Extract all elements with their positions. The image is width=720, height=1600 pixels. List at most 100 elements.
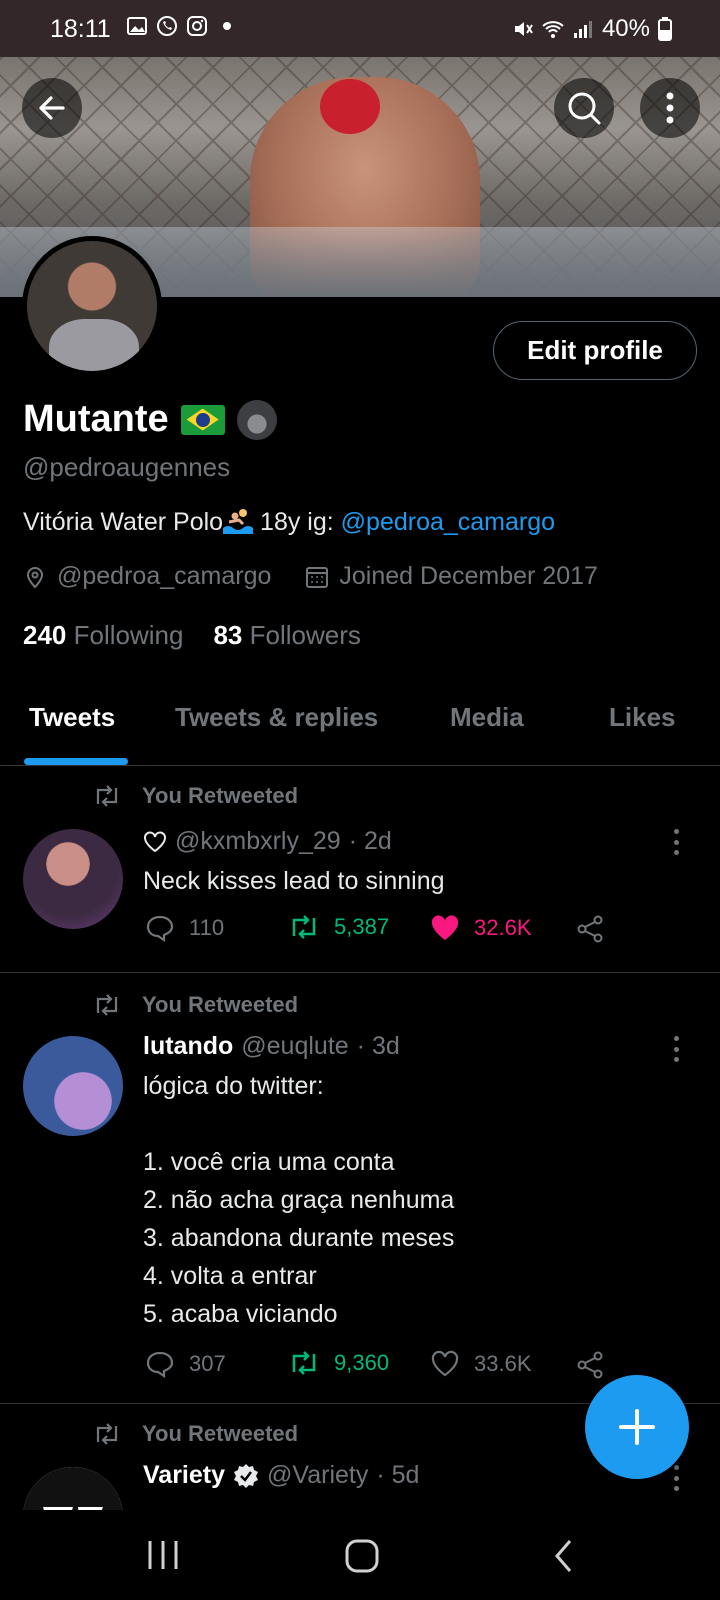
profile-name: Mutante <box>23 398 169 440</box>
tab-tweets[interactable]: Tweets <box>29 702 115 733</box>
share-icon <box>577 915 603 943</box>
like-count: 33.6K <box>474 1351 532 1376</box>
reply-count: 307 <box>189 1351 226 1376</box>
whatsapp-icon <box>157 16 177 36</box>
retweet-label: You Retweeted <box>142 992 299 1017</box>
tweet-item[interactable]: You Retweeted lutando @euqlute · 3d lógi… <box>0 974 720 1404</box>
profile-joined: Joined December 2017 <box>339 562 598 590</box>
active-tab-indicator <box>24 758 128 765</box>
back-button[interactable] <box>22 78 82 138</box>
home-button[interactable] <box>344 1538 380 1579</box>
gallery-icon <box>127 17 147 35</box>
tweet-header: lutando @euqlute · 3d <box>143 1032 400 1061</box>
system-back-button[interactable] <box>552 1538 576 1579</box>
status-time: 18:11 <box>50 15 111 43</box>
tweet-header: @kxmbxrly_29 · 2d <box>143 827 392 856</box>
notification-icons <box>126 15 238 37</box>
retweet-count: 5,387 <box>334 914 390 939</box>
tab-media[interactable]: Media <box>450 702 524 733</box>
retweet-button[interactable]: 5,387 <box>288 914 389 940</box>
retweet-label: You Retweeted <box>142 1421 299 1446</box>
reply-count: 110 <box>189 915 225 940</box>
search-button[interactable] <box>554 78 614 138</box>
tweet-handle[interactable]: @euqlute <box>241 1032 348 1061</box>
tweet-more-button[interactable] <box>674 1465 680 1491</box>
retweet-active-icon <box>292 1351 316 1375</box>
retweet-count: 9,360 <box>334 1350 390 1375</box>
more-options-button[interactable] <box>640 78 700 138</box>
retweet-indicator: You Retweeted <box>92 783 298 809</box>
search-icon <box>568 92 601 125</box>
tweet-avatar[interactable] <box>23 1467 123 1510</box>
like-button[interactable]: 33.6K <box>430 1350 532 1378</box>
tweet-text: lógica do twitter: 1. você cria uma cont… <box>143 1072 455 1328</box>
reply-icon <box>146 1351 174 1378</box>
bio-instagram-link[interactable]: @pedroa_camargo <box>341 508 555 536</box>
location-icon <box>26 566 44 588</box>
tweet-handle[interactable]: @kxmbxrly_29 <box>175 827 341 856</box>
instagram-icon <box>187 16 207 36</box>
like-button[interactable]: 32.6K <box>430 914 532 942</box>
edit-profile-button[interactable]: Edit profile <box>493 321 697 380</box>
compose-tweet-button[interactable] <box>585 1375 689 1479</box>
reply-icon <box>146 915 174 942</box>
tweet-more-button[interactable] <box>674 829 680 855</box>
status-bar: 18:11 40% <box>0 0 720 57</box>
share-button[interactable] <box>575 1350 605 1380</box>
battery-icon <box>658 17 672 41</box>
followers-link[interactable]: 83 Followers <box>213 620 360 651</box>
retweet-icon <box>96 785 118 807</box>
tab-tweets-replies[interactable]: Tweets & replies <box>175 702 378 733</box>
tweet-time: · 2d <box>348 827 392 855</box>
tweet-item[interactable]: You Retweeted @kxmbxrly_29 · 2d Neck kis… <box>0 767 720 973</box>
tab-likes[interactable]: Likes <box>609 702 676 733</box>
battery-percent: 40% <box>601 15 650 42</box>
following-count: 240 <box>23 620 67 650</box>
heart-outline-icon <box>144 830 166 852</box>
retweet-icon <box>96 1423 118 1445</box>
tweet-author[interactable]: Variety <box>143 1461 225 1490</box>
system-nav-bar <box>0 1510 720 1600</box>
tweet-avatar[interactable] <box>23 829 123 929</box>
profile-avatar[interactable] <box>22 236 162 376</box>
following-label: Following <box>73 620 184 650</box>
retweet-indicator: You Retweeted <box>92 992 298 1018</box>
retweet-button[interactable]: 9,360 <box>288 1350 389 1376</box>
heart-filled-icon <box>431 915 459 940</box>
arrow-left-icon <box>39 96 65 120</box>
retweet-label: You Retweeted <box>142 783 299 808</box>
gorilla-icon <box>236 399 277 440</box>
share-icon <box>577 1351 603 1379</box>
variety-logo <box>23 1467 123 1510</box>
dot-icon <box>223 22 231 30</box>
share-button[interactable] <box>575 914 605 944</box>
profile-handle: @pedroaugennes <box>23 452 231 482</box>
tweet-time: · 3d <box>356 1032 400 1060</box>
profile-location: @pedroa_camargo <box>57 562 272 590</box>
profile-name-row: Mutante <box>23 398 277 441</box>
tweet-more-button[interactable] <box>674 1036 680 1062</box>
heart-outline-icon <box>431 1350 459 1377</box>
wifi-icon <box>542 21 564 38</box>
profile-meta: @pedroa_camargo Joined December 2017 <box>23 562 598 591</box>
reply-button[interactable]: 307 <box>145 1350 226 1378</box>
bio-mid: 18y ig: <box>253 508 341 536</box>
following-link[interactable]: 240 Following <box>23 620 183 651</box>
follow-stats: 240 Following 83 Followers <box>23 620 361 651</box>
profile-tabs: Tweets Tweets & replies Media Likes <box>0 680 720 766</box>
tweet-avatar[interactable] <box>23 1036 123 1136</box>
reply-button[interactable]: 110 <box>145 914 224 942</box>
followers-label: Followers <box>249 620 361 650</box>
retweet-icon <box>96 994 118 1016</box>
recent-apps-button[interactable] <box>146 1538 180 1577</box>
tweet-handle[interactable]: @Variety <box>267 1461 368 1490</box>
chevron-left-icon <box>555 1540 572 1572</box>
tweet-time: · 5d <box>376 1461 420 1489</box>
water-polo-icon <box>223 509 254 534</box>
more-vertical-icon <box>666 92 674 124</box>
signal-icon <box>573 21 592 38</box>
tweet-header: Variety @Variety · 5d <box>143 1461 419 1490</box>
followers-count: 83 <box>213 620 243 650</box>
brazil-flag-icon <box>180 404 225 435</box>
tweet-author[interactable]: lutando <box>143 1032 233 1061</box>
